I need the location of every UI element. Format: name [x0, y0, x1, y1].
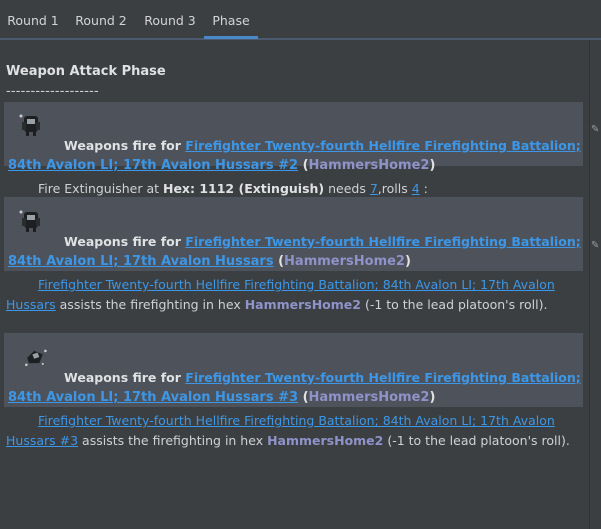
unit-mech-icon [19, 210, 40, 232]
paren: ) [429, 390, 436, 405]
fire-entry-panel [4, 102, 583, 166]
unit-link[interactable]: 84th Avalon LI; 17th Avalon Hussars [8, 254, 274, 269]
needs-link[interactable]: 7 [370, 181, 378, 196]
unit-link[interactable]: Firefighter Twenty-fourth Hellfire Firef… [185, 370, 580, 385]
phase-report: Weapon Attack Phase ------------------- … [0, 40, 589, 529]
assist-line-cont: Hussars #3 assists the firefighting in h… [6, 433, 570, 448]
detail-text: needs [324, 181, 370, 196]
assist-line: Firefighter Twenty-fourth Hellfire Firef… [38, 413, 555, 428]
assist-text: (-1 to the lead platoon's roll). [360, 297, 548, 312]
owner-name: HammersHome2 [284, 254, 405, 269]
unit-link[interactable]: Firefighter Twenty-fourth Hellfire Firef… [185, 138, 580, 153]
assist-text: assists the firefighting in hex [78, 433, 268, 448]
unit-link[interactable]: Hussars [6, 297, 56, 312]
fire-line-cont: 84th Avalon LI; 17th Avalon Hussars #2 (… [8, 158, 435, 173]
assist-line: Firefighter Twenty-fourth Hellfire Firef… [38, 277, 555, 292]
paren: ( [298, 390, 309, 405]
paren: ( [298, 158, 309, 173]
unit-link[interactable]: Firefighter Twenty-fourth Hellfire Firef… [38, 277, 555, 292]
fire-prefix: Weapons fire for [64, 234, 186, 249]
unit-link[interactable]: 84th Avalon LI; 17th Avalon Hussars #3 [8, 390, 298, 405]
detail-text: : [419, 181, 428, 196]
detail-text: ,rolls [377, 181, 412, 196]
tab-bar: Round 1 Round 2 Round 3 Phase [0, 0, 601, 40]
hex-label: Hex: 1112 (Extinguish) [162, 181, 325, 196]
phase-title: Weapon Attack Phase [6, 64, 166, 79]
tab-round-1[interactable]: Round 1 [0, 0, 66, 38]
fire-line: Weapons fire for Firefighter Twenty-four… [64, 234, 581, 249]
paren: ( [273, 254, 285, 269]
edge-marker-icon: ✎ [591, 240, 600, 251]
owner-name: HammersHome2 [244, 297, 361, 312]
tab-phase[interactable]: Phase [204, 0, 258, 39]
phase-separator: ------------------- [6, 84, 99, 99]
owner-name: HammersHome2 [267, 433, 384, 448]
unit-vehicle-icon [25, 349, 47, 367]
fire-line-cont: 84th Avalon LI; 17th Avalon Hussars (Ham… [8, 254, 411, 269]
unit-link[interactable]: Hussars #3 [6, 433, 78, 448]
fire-line: Weapons fire for Firefighter Twenty-four… [64, 138, 581, 153]
extinguish-result: Fire Extinguisher at Hex: 1112 (Extingui… [38, 181, 428, 196]
tab-round-3[interactable]: Round 3 [136, 0, 204, 38]
edge-marker-icon: ✎ [591, 124, 600, 135]
unit-link[interactable]: Firefighter Twenty-fourth Hellfire Firef… [185, 234, 580, 249]
paren: ) [429, 158, 436, 173]
tab-round-2[interactable]: Round 2 [66, 0, 136, 38]
paren: ) [404, 254, 411, 269]
detail-text: Fire Extinguisher at [38, 181, 163, 196]
fire-line: Weapons fire for Firefighter Twenty-four… [64, 370, 581, 385]
assist-text: (-1 to the lead platoon's roll). [383, 433, 570, 448]
assist-line-cont: Hussars assists the firefighting in hex … [6, 297, 547, 312]
assist-text: assists the firefighting in hex [55, 297, 245, 312]
unit-link[interactable]: Firefighter Twenty-fourth Hellfire Firef… [38, 413, 555, 428]
fire-prefix: Weapons fire for [64, 138, 186, 153]
rolls-link[interactable]: 4 [412, 181, 420, 196]
owner-name: HammersHome2 [308, 158, 430, 173]
unit-mech-icon [19, 114, 40, 136]
scrollbar[interactable] [589, 40, 601, 529]
fire-prefix: Weapons fire for [64, 370, 186, 385]
unit-link[interactable]: 84th Avalon LI; 17th Avalon Hussars #2 [8, 158, 298, 173]
fire-line-cont: 84th Avalon LI; 17th Avalon Hussars #3 (… [8, 390, 435, 405]
owner-name: HammersHome2 [308, 390, 430, 405]
